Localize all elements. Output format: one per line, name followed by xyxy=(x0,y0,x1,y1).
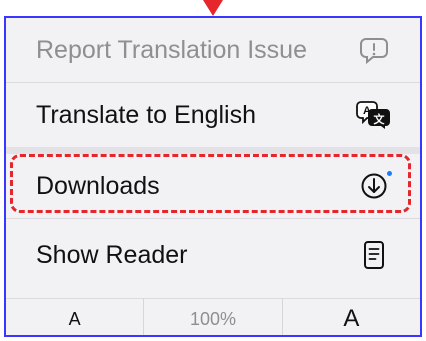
menu-section-divider xyxy=(6,147,420,154)
menu-item-downloads[interactable]: Downloads xyxy=(6,154,420,218)
screenshot-stage: Report Translation Issue Translate to En… xyxy=(0,0,426,341)
menu-item-translate-to-english[interactable]: Translate to English A 文 xyxy=(6,83,420,147)
menu-item-show-reader[interactable]: Show Reader xyxy=(6,223,420,287)
menu-item-label: Report Translation Issue xyxy=(36,35,307,64)
notification-dot xyxy=(387,171,392,176)
menu-item-label: Translate to English xyxy=(36,100,257,129)
download-circle-icon xyxy=(356,168,392,204)
decrease-text-size-button[interactable]: A xyxy=(6,299,145,335)
menu-item-report-translation-issue[interactable]: Report Translation Issue xyxy=(6,18,420,82)
increase-text-size-button[interactable]: A xyxy=(283,299,420,335)
exclamation-bubble-icon xyxy=(356,32,392,68)
translate-icon: A 文 xyxy=(356,97,392,133)
svg-text:文: 文 xyxy=(374,112,386,126)
menu-divider xyxy=(6,218,420,219)
pointer-arrow-icon xyxy=(203,0,223,16)
font-size-controls: A 100% A xyxy=(6,299,420,335)
menu-item-label: Downloads xyxy=(36,171,160,200)
menu-item-label: Show Reader xyxy=(36,240,188,269)
reader-doc-icon xyxy=(356,237,392,273)
safari-page-menu: Report Translation Issue Translate to En… xyxy=(4,16,422,337)
zoom-level-value[interactable]: 100% xyxy=(144,299,283,335)
